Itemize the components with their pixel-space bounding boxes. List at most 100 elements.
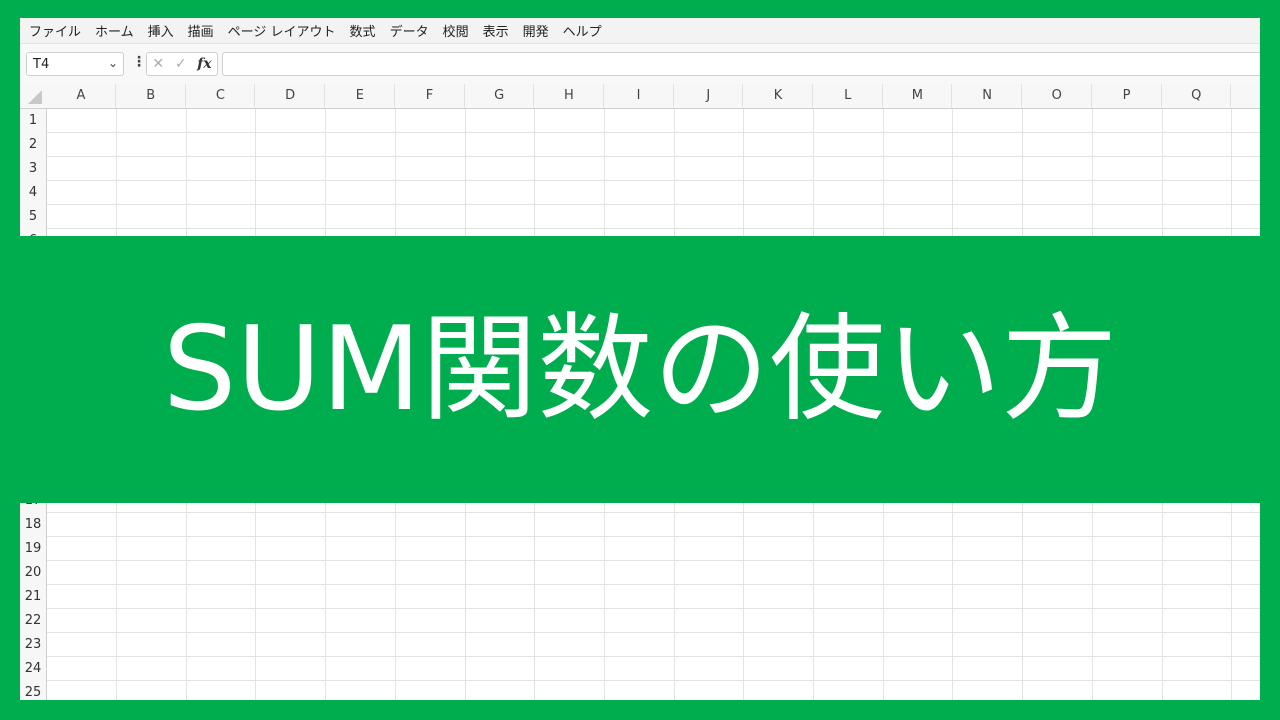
cell[interactable]	[674, 109, 745, 133]
cell[interactable]	[605, 109, 675, 133]
cell[interactable]	[1093, 537, 1163, 561]
cell[interactable]	[1093, 513, 1163, 537]
row-header[interactable]: 24	[20, 657, 47, 681]
cell[interactable]	[883, 181, 954, 205]
cell[interactable]	[535, 229, 605, 236]
cell[interactable]	[953, 229, 1024, 236]
cell[interactable]	[47, 537, 117, 561]
menu-item[interactable]: 挿入	[141, 21, 181, 40]
cell[interactable]	[1093, 157, 1163, 181]
cell[interactable]	[256, 657, 327, 681]
cell[interactable]	[117, 133, 187, 157]
cell[interactable]	[117, 503, 187, 513]
cell[interactable]	[1023, 205, 1093, 229]
column-header[interactable]: H	[535, 84, 604, 108]
cell[interactable]	[1162, 503, 1233, 513]
cell[interactable]	[186, 181, 257, 205]
cell[interactable]	[1232, 157, 1260, 181]
cell[interactable]	[535, 585, 605, 609]
cell[interactable]	[674, 133, 745, 157]
cell[interactable]	[883, 537, 954, 561]
cell[interactable]	[326, 585, 396, 609]
cell[interactable]	[186, 157, 257, 181]
cell[interactable]	[674, 229, 745, 236]
row-header[interactable]: 21	[20, 585, 47, 609]
cell[interactable]	[47, 633, 117, 657]
cell[interactable]	[396, 109, 466, 133]
cell[interactable]	[814, 503, 884, 513]
cell[interactable]	[1232, 181, 1260, 205]
cell[interactable]	[674, 503, 745, 513]
cell[interactable]	[256, 681, 327, 700]
cell[interactable]	[186, 109, 257, 133]
cell[interactable]	[326, 205, 396, 229]
cell[interactable]	[605, 181, 675, 205]
cell[interactable]	[1232, 205, 1260, 229]
cell[interactable]	[744, 657, 814, 681]
menu-item[interactable]: 校閲	[436, 21, 476, 40]
cell[interactable]	[674, 585, 745, 609]
cell[interactable]	[47, 181, 117, 205]
cell[interactable]	[883, 133, 954, 157]
cell[interactable]	[674, 205, 745, 229]
menu-item[interactable]: 数式	[343, 21, 383, 40]
cell[interactable]	[1023, 633, 1093, 657]
cell[interactable]	[883, 109, 954, 133]
cell[interactable]	[1093, 585, 1163, 609]
cell[interactable]	[1023, 585, 1093, 609]
cell[interactable]	[186, 681, 257, 700]
cell[interactable]	[186, 513, 257, 537]
cell[interactable]	[605, 633, 675, 657]
cell[interactable]	[465, 205, 536, 229]
cell[interactable]	[1162, 109, 1233, 133]
cell[interactable]	[47, 205, 117, 229]
cell[interactable]	[744, 537, 814, 561]
cell[interactable]	[1162, 537, 1233, 561]
cell[interactable]	[117, 157, 187, 181]
cell[interactable]	[605, 133, 675, 157]
cell[interactable]	[1162, 513, 1233, 537]
cell[interactable]	[953, 181, 1024, 205]
menu-item[interactable]: ヘルプ	[556, 21, 609, 40]
cell[interactable]	[465, 181, 536, 205]
cell[interactable]	[1162, 609, 1233, 633]
chevron-down-icon[interactable]: ⌄	[108, 56, 118, 70]
column-header[interactable]: O	[1023, 84, 1092, 108]
cell[interactable]	[256, 205, 327, 229]
column-header[interactable]: I	[605, 84, 674, 108]
cell[interactable]	[535, 503, 605, 513]
cell[interactable]	[1162, 229, 1233, 236]
cell[interactable]	[674, 513, 745, 537]
cell[interactable]	[47, 561, 117, 585]
cell[interactable]	[396, 133, 466, 157]
cell[interactable]	[814, 537, 884, 561]
cell[interactable]	[744, 229, 814, 236]
cell[interactable]	[814, 657, 884, 681]
cell[interactable]	[47, 681, 117, 700]
cell[interactable]	[535, 537, 605, 561]
cell[interactable]	[1093, 205, 1163, 229]
cell[interactable]	[605, 229, 675, 236]
cell[interactable]	[605, 205, 675, 229]
cell[interactable]	[814, 609, 884, 633]
cell[interactable]	[326, 633, 396, 657]
cell[interactable]	[186, 503, 257, 513]
cell[interactable]	[1093, 657, 1163, 681]
column-header[interactable]: J	[674, 84, 744, 108]
cell[interactable]	[47, 657, 117, 681]
column-header[interactable]: P	[1093, 84, 1162, 108]
row-header[interactable]: 18	[20, 513, 47, 537]
cell[interactable]	[953, 657, 1024, 681]
column-header[interactable]: N	[953, 84, 1023, 108]
cell[interactable]	[744, 585, 814, 609]
cell[interactable]	[883, 633, 954, 657]
cell[interactable]	[535, 633, 605, 657]
cell[interactable]	[117, 513, 187, 537]
cell[interactable]	[953, 205, 1024, 229]
row-header[interactable]: 3	[20, 157, 47, 181]
column-header[interactable]: D	[256, 84, 326, 108]
enter-icon[interactable]: ✓	[175, 56, 187, 72]
cell[interactable]	[883, 561, 954, 585]
cell[interactable]	[1093, 633, 1163, 657]
cell[interactable]	[117, 537, 187, 561]
